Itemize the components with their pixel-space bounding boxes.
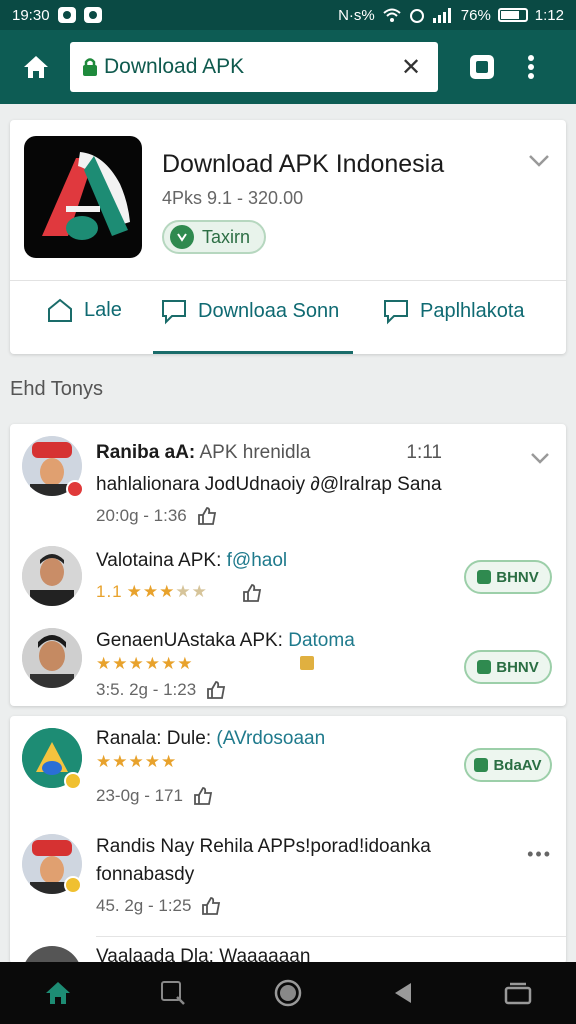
home-outline-icon	[48, 298, 72, 322]
rating-stars: ★★★★★★	[96, 654, 194, 673]
like-icon[interactable]	[206, 681, 226, 699]
battery-icon	[497, 8, 528, 22]
item-subtitle: hahlalionara JodUdnaoiy ∂@lralrap Sana	[96, 474, 442, 495]
app-status-pill[interactable]: Taxirn	[162, 220, 267, 254]
cart-icon	[477, 660, 492, 674]
rating-stars: ★★★★★	[96, 752, 178, 771]
clear-url-button[interactable]: ✕	[396, 52, 426, 82]
back-triangle-icon	[395, 983, 412, 1003]
network-status: N·s%	[338, 6, 375, 24]
tab-download[interactable]: Downloaa Sonn	[160, 297, 339, 325]
overflow-menu-button[interactable]	[516, 45, 546, 89]
system-nav-bar	[0, 962, 576, 1024]
item-meta: 45. 2g - 1:25	[96, 896, 221, 916]
alarm-icon	[409, 9, 424, 23]
item-title: Randis Nay Rehila APPs!porad!idoanka	[96, 836, 431, 857]
item-title: Valotaina APK: f@haol	[96, 550, 288, 571]
nav-search-button[interactable]	[148, 968, 198, 1018]
tab-lale[interactable]: Lale	[46, 297, 122, 323]
nav-recents-button[interactable]	[493, 968, 543, 1018]
app-pill-label: Taxirn	[202, 226, 251, 247]
browser-toolbar: Download APK ✕	[0, 30, 576, 104]
like-icon[interactable]	[197, 507, 217, 525]
buy-button[interactable]: BHNV	[464, 560, 552, 594]
item-meta: 23-0g - 171	[96, 786, 213, 806]
home-icon	[24, 56, 48, 78]
status-badge	[66, 480, 84, 498]
item-title: GenaenUAstaka APK: Datoma	[96, 630, 355, 651]
status-clock: 1:12	[534, 6, 564, 24]
app-card: Download APK Indonesia 4Pks 9.1 - 320.00…	[10, 120, 566, 354]
status-time: 19:30	[12, 6, 50, 24]
signal-icon	[432, 8, 451, 23]
message-icon	[162, 300, 186, 325]
feed-card: Raniba aA: APK hrenidla 1:11 hahlalionara…	[10, 424, 566, 706]
status-badge	[64, 772, 82, 790]
list-item[interactable]: Ranala: Dule: (AVrdosoaan ★★★★★ 23-0g - …	[10, 716, 566, 824]
item-meta: 3:5. 2g - 1:23	[96, 680, 226, 700]
list-item[interactable]: Valotaina APK: f@haol 1.1 ★★★★★ BHNV	[10, 536, 566, 618]
status-bar: 19:30 N·s% 76% 1:12	[0, 0, 576, 30]
expand-button[interactable]	[524, 146, 554, 176]
list-item[interactable]: Vaalaada Dla: Waaaaaan	[10, 942, 566, 964]
avatar	[22, 628, 82, 688]
cart-icon	[474, 758, 489, 772]
chevron-down-icon	[529, 155, 549, 167]
chevron-down-icon	[531, 453, 549, 464]
nav-circle-button[interactable]	[263, 968, 313, 1018]
divider	[96, 936, 566, 937]
circle-home-icon	[274, 979, 302, 1007]
item-subtitle: fonnabasdy	[96, 864, 195, 885]
bookmark-icon	[384, 300, 408, 325]
tabs-icon	[470, 55, 494, 79]
tab-download-label: Downloaa Sonn	[198, 299, 340, 322]
list-item[interactable]: Randis Nay Rehila APPs!porad!idoanka fon…	[10, 824, 566, 934]
home-button[interactable]	[14, 45, 58, 89]
list-item[interactable]: Raniba aA: APK hrenidla 1:11 hahlalionara…	[10, 424, 566, 536]
expand-button[interactable]	[526, 444, 554, 472]
recents-icon	[505, 982, 532, 1005]
active-tab-indicator	[153, 351, 353, 354]
like-icon[interactable]	[193, 787, 213, 805]
item-meta: 20:0g - 1:36	[96, 506, 217, 526]
app-logo[interactable]	[24, 136, 142, 258]
nav-back-button[interactable]	[378, 968, 428, 1018]
app-title: Download APK Indonesia	[162, 150, 445, 178]
list-item[interactable]: GenaenUAstaka APK: Datoma ★★★★★★ 3:5. 2g…	[10, 618, 566, 706]
item-title: Ranala: Dule: (AVrdosoaan	[96, 728, 326, 749]
tab-paplhlakota-label: Paplhlakota	[420, 299, 525, 322]
app-meta: 4Pks 9.1 - 320.00	[162, 188, 304, 208]
feed-card: Ranala: Dule: (AVrdosoaan ★★★★★ 23-0g - …	[10, 716, 566, 964]
app-tabs: Lale Downloaa Sonn Paplhlakota	[10, 281, 566, 354]
like-icon[interactable]	[242, 584, 262, 602]
more-options-button[interactable]: •••	[527, 844, 552, 865]
tabs-button[interactable]	[460, 45, 504, 89]
cart-icon	[477, 570, 492, 584]
notification-icon	[57, 7, 76, 23]
url-text: Download APK	[104, 55, 245, 78]
more-vert-icon	[528, 55, 534, 79]
section-title: Ehd Tonys	[10, 378, 104, 400]
battery-percent: 76%	[460, 6, 491, 24]
buy-button[interactable]: BHNV	[464, 650, 552, 684]
play-icon	[170, 225, 194, 249]
home-icon	[45, 982, 70, 1004]
search-icon	[160, 981, 185, 1005]
like-icon[interactable]	[201, 897, 221, 915]
app-notification-icon	[83, 7, 102, 23]
item-title: Raniba aA: APK hrenidla 1:11	[96, 442, 442, 463]
avatar	[22, 546, 82, 606]
tab-lale-label: Lale	[84, 298, 122, 321]
wifi-icon	[383, 8, 401, 22]
nav-home-button[interactable]	[33, 968, 83, 1018]
lock-icon	[300, 656, 314, 670]
buy-button[interactable]: BdaAV	[464, 748, 552, 782]
rating-stars: 1.1 ★★★★★	[96, 582, 208, 601]
tab-paplhlakota[interactable]: Paplhlakota	[382, 297, 525, 325]
address-bar[interactable]: Download APK ✕	[70, 42, 438, 92]
lock-icon	[83, 58, 97, 76]
status-badge	[64, 876, 82, 894]
